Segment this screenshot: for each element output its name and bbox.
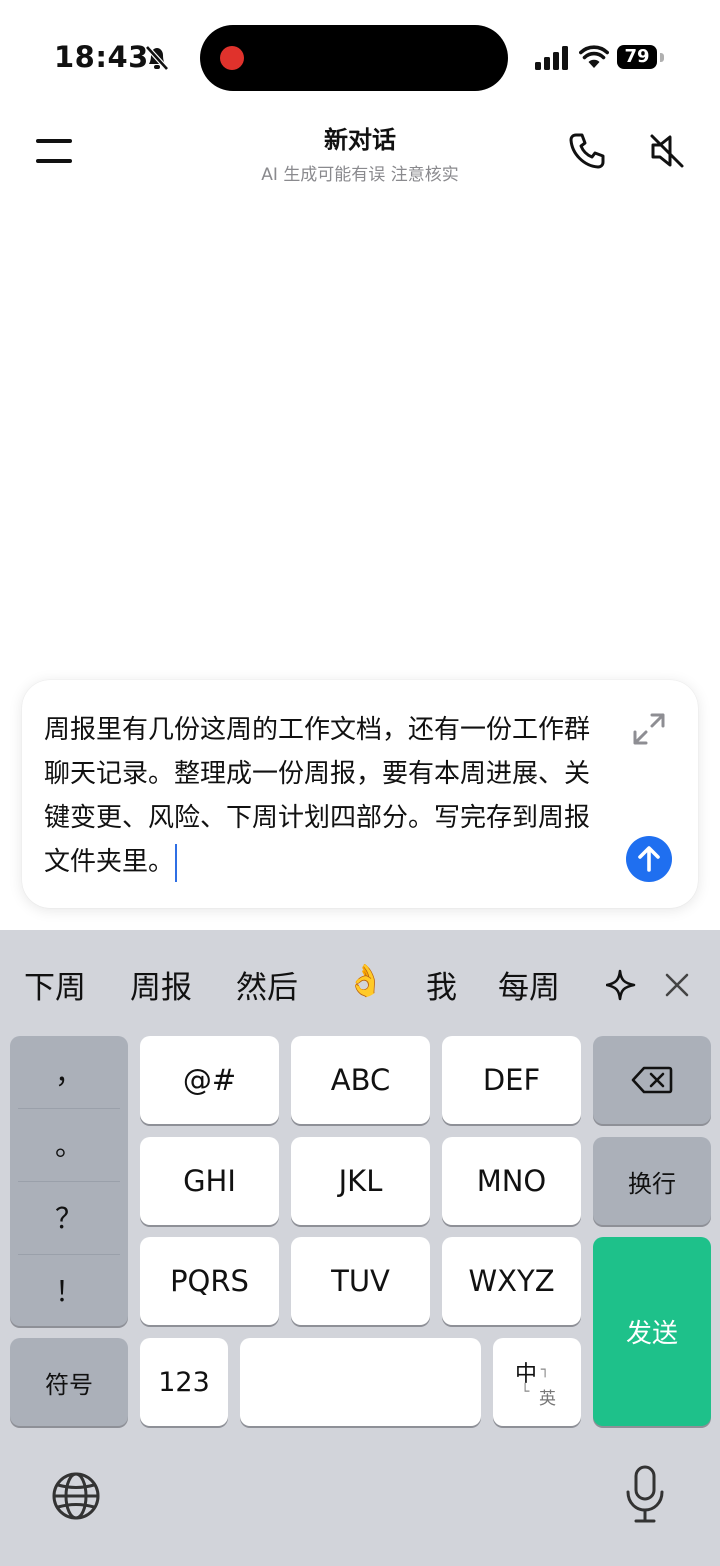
keyboard: 下周 周报 然后 👌 我 每周 ， 。 ？ ！ @# ABC DEF GHI J…	[0, 930, 720, 1566]
language-switch-key[interactable]: 中 ┐ └ 英	[493, 1338, 581, 1426]
key-ghi[interactable]: GHI	[140, 1137, 279, 1225]
punct-key-question[interactable]: ？	[10, 1181, 128, 1253]
page-title: 新对话	[324, 126, 396, 154]
candidate-item[interactable]: 我	[426, 962, 457, 1007]
punctuation-column: ， 。 ？ ！	[10, 1036, 128, 1326]
sparkle-icon[interactable]	[606, 968, 636, 1002]
key-tuv[interactable]: TUV	[291, 1237, 430, 1325]
language-switch-glyph: 中 ┐ └ 英	[507, 1354, 567, 1410]
lang-arrow-bottom: └	[521, 1384, 530, 1400]
chat-header: 新对话 AI 生成可能有误 注意核实	[0, 110, 720, 200]
numbers-key[interactable]: 123	[140, 1338, 228, 1426]
key-jkl[interactable]: JKL	[291, 1137, 430, 1225]
globe-icon[interactable]	[50, 1470, 102, 1522]
punct-key-comma[interactable]: ，	[10, 1036, 128, 1108]
status-bar: 18:43 79	[0, 0, 720, 110]
candidate-bar: 下周 周报 然后 👌 我 每周	[0, 930, 720, 1030]
punct-key-period[interactable]: 。	[10, 1108, 128, 1180]
key-abc[interactable]: ABC	[291, 1036, 430, 1124]
close-icon[interactable]	[660, 968, 694, 1002]
arrow-up-icon	[638, 846, 660, 872]
message-composer[interactable]: 周报里有几份这周的工作文档，还有一份工作群聊天记录。整理成一份周报，要有本周进展…	[22, 680, 698, 908]
battery-level: 79	[617, 45, 657, 69]
microphone-icon[interactable]	[622, 1464, 668, 1526]
candidate-item[interactable]: 周报	[130, 962, 192, 1007]
page-subtitle: AI 生成可能有误 注意核实	[261, 165, 459, 185]
key-at[interactable]: @#	[140, 1036, 279, 1124]
message-input[interactable]: 周报里有几份这周的工作文档，还有一份工作群聊天记录。整理成一份周报，要有本周进展…	[44, 708, 604, 884]
space-key[interactable]	[240, 1338, 481, 1426]
newline-key[interactable]: 换行	[593, 1137, 711, 1225]
candidate-item[interactable]: 下周	[24, 962, 86, 1007]
key-wxyz[interactable]: WXYZ	[442, 1237, 581, 1325]
bell-off-icon	[145, 45, 169, 71]
phone-icon[interactable]	[566, 130, 608, 172]
key-def[interactable]: DEF	[442, 1036, 581, 1124]
symbols-key[interactable]: 符号	[10, 1338, 128, 1426]
battery-tip	[660, 53, 664, 62]
lang-arrow-top: ┐	[541, 1362, 550, 1378]
speaker-mute-icon[interactable]	[646, 130, 688, 172]
dynamic-island	[200, 25, 508, 91]
lang-en-label: 英	[539, 1389, 556, 1409]
send-message-button[interactable]	[626, 836, 672, 882]
expand-icon[interactable]	[630, 710, 668, 748]
send-key[interactable]: 发送	[593, 1237, 711, 1426]
battery-indicator: 79	[617, 45, 665, 71]
wifi-icon	[579, 45, 609, 68]
status-time: 18:43	[54, 40, 149, 74]
candidate-item[interactable]: 然后	[236, 962, 298, 1007]
key-pqrs[interactable]: PQRS	[140, 1237, 279, 1325]
candidate-emoji[interactable]: 👌	[346, 962, 385, 999]
cellular-signal-icon	[535, 46, 568, 70]
text-caret	[175, 843, 178, 882]
key-mno[interactable]: MNO	[442, 1137, 581, 1225]
backspace-key[interactable]	[593, 1036, 711, 1124]
message-input-text: 周报里有几份这周的工作文档，还有一份工作群聊天记录。整理成一份周报，要有本周进展…	[44, 715, 591, 877]
candidate-item[interactable]: 每周	[498, 962, 560, 1007]
backspace-icon	[631, 1066, 673, 1094]
punct-key-exclaim[interactable]: ！	[10, 1254, 128, 1326]
recording-indicator	[220, 46, 244, 70]
